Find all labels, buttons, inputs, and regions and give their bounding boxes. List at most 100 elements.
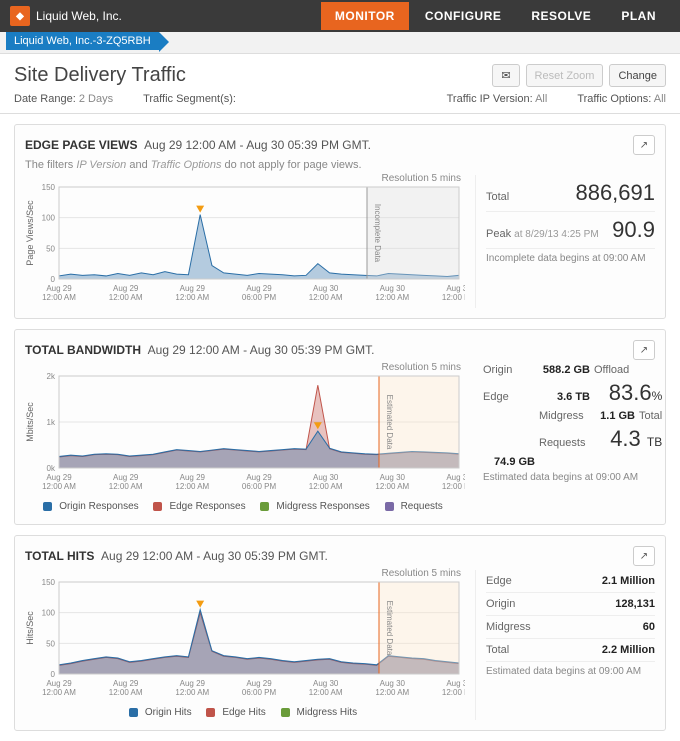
mail-button[interactable]: ✉ xyxy=(492,64,519,87)
date-range-label: Date Range: xyxy=(14,93,76,105)
panel-edge-page-views: EDGE PAGE VIEWS Aug 29 12:00 AM - Aug 30… xyxy=(14,124,666,319)
svg-text:Aug 29: Aug 29 xyxy=(180,679,206,688)
reset-zoom-button[interactable]: Reset Zoom xyxy=(526,64,604,87)
svg-text:06:00 PM: 06:00 PM xyxy=(242,293,277,302)
panel-total-bandwidth: TOTAL BANDWIDTH Aug 29 12:00 AM - Aug 30… xyxy=(14,329,666,525)
svg-text:12:00 AM: 12:00 AM xyxy=(309,293,343,302)
svg-text:2k: 2k xyxy=(47,372,56,381)
peak-value: 90.9 xyxy=(612,217,655,243)
svg-text:50: 50 xyxy=(46,244,55,253)
svg-text:06:00 PM: 06:00 PM xyxy=(242,482,277,491)
date-range-value: 2 Days xyxy=(79,93,113,105)
svg-text:Aug 30: Aug 30 xyxy=(446,473,465,482)
ipver-value: All xyxy=(535,93,547,105)
total-label: Total xyxy=(486,191,509,203)
svg-text:100: 100 xyxy=(42,609,56,618)
svg-text:06:00 PM: 06:00 PM xyxy=(242,688,277,697)
panel2-legend: Origin Responses Edge Responses Midgress… xyxy=(25,501,465,514)
svg-text:1k: 1k xyxy=(47,418,56,427)
page-header: Site Delivery Traffic ✉ Reset Zoom Chang… xyxy=(0,54,680,93)
svg-text:Aug 30: Aug 30 xyxy=(380,473,406,482)
svg-text:12:00 PM: 12:00 PM xyxy=(442,688,465,697)
svg-text:Aug 30: Aug 30 xyxy=(446,679,465,688)
svg-text:Mbits/Sec: Mbits/Sec xyxy=(25,402,35,442)
panel3-est-note: Estimated data begins at 09:00 AM xyxy=(486,666,655,677)
svg-text:Aug 29: Aug 29 xyxy=(180,284,206,293)
svg-text:Aug 29: Aug 29 xyxy=(246,473,272,482)
svg-text:12:00 AM: 12:00 AM xyxy=(175,293,209,302)
svg-text:Aug 29: Aug 29 xyxy=(46,284,72,293)
svg-text:Aug 29: Aug 29 xyxy=(113,679,139,688)
svg-text:Incomplete Data: Incomplete Data xyxy=(373,204,382,263)
svg-text:12:00 AM: 12:00 AM xyxy=(109,688,143,697)
resolution-label: Resolution 5 mins xyxy=(382,362,461,373)
svg-text:12:00 AM: 12:00 AM xyxy=(175,688,209,697)
svg-text:12:00 AM: 12:00 AM xyxy=(109,482,143,491)
panel3-legend: Origin Hits Edge Hits Midgress Hits xyxy=(25,707,465,720)
panel3-stats: Edge2.1 Million Origin128,131 Midgress60… xyxy=(475,570,655,720)
svg-text:150: 150 xyxy=(42,578,56,587)
svg-text:12:00 AM: 12:00 AM xyxy=(375,482,409,491)
panel2-stats: Origin588.2 GBOffload Edge3.6 TB83.6% Mi… xyxy=(475,364,662,514)
svg-text:Aug 29: Aug 29 xyxy=(46,473,72,482)
breadcrumb[interactable]: Liquid Web, Inc.-3-ZQ5RBH xyxy=(6,32,159,50)
svg-text:Aug 30: Aug 30 xyxy=(380,679,406,688)
share-icon[interactable]: ↗ xyxy=(633,546,655,566)
resolution-label: Resolution 5 mins xyxy=(382,568,461,579)
panel2-chart[interactable]: Resolution 5 mins 0k 1k 2k Mbits/Sec Estimat… xyxy=(25,364,465,514)
change-button[interactable]: Change xyxy=(609,64,666,87)
svg-text:Estimated Data: Estimated Data xyxy=(385,601,394,656)
panel-total-hits: TOTAL HITS Aug 29 12:00 AM - Aug 30 05:3… xyxy=(14,535,666,731)
brand-logo-icon: ◆ xyxy=(10,6,30,26)
share-icon[interactable]: ↗ xyxy=(633,340,655,360)
svg-text:Aug 29: Aug 29 xyxy=(46,679,72,688)
svg-text:Aug 30: Aug 30 xyxy=(380,284,406,293)
brand-name: Liquid Web, Inc. xyxy=(36,9,122,23)
svg-text:Estimated Data: Estimated Data xyxy=(385,395,394,450)
svg-text:0: 0 xyxy=(51,670,56,679)
share-icon[interactable]: ↗ xyxy=(633,135,655,155)
svg-text:0: 0 xyxy=(51,275,56,284)
panel1-est-note: Incomplete data begins at 09:00 AM xyxy=(486,253,655,264)
svg-text:12:00 AM: 12:00 AM xyxy=(42,688,76,697)
panel3-chart[interactable]: Resolution 5 mins 050100150Hits/SecEstim… xyxy=(25,570,465,720)
svg-text:12:00 AM: 12:00 AM xyxy=(175,482,209,491)
panel3-title: TOTAL HITS Aug 29 12:00 AM - Aug 30 05:3… xyxy=(25,549,328,563)
nav-plan[interactable]: PLAN xyxy=(607,2,670,30)
breadcrumb-bar: Liquid Web, Inc.-3-ZQ5RBH xyxy=(0,32,680,54)
panel1-title: EDGE PAGE VIEWS Aug 29 12:00 AM - Aug 30… xyxy=(25,138,371,152)
svg-text:Aug 30: Aug 30 xyxy=(313,473,339,482)
svg-text:Aug 30: Aug 30 xyxy=(313,284,339,293)
svg-text:Page Views/Sec: Page Views/Sec xyxy=(25,200,35,266)
panel1-note: The filters IP Version and Traffic Optio… xyxy=(25,159,655,171)
nav-monitor[interactable]: MONITOR xyxy=(321,2,409,30)
brand: ◆ Liquid Web, Inc. xyxy=(10,6,122,26)
svg-text:0k: 0k xyxy=(47,464,56,473)
svg-text:12:00 AM: 12:00 AM xyxy=(309,482,343,491)
panel2-est-note: Estimated data begins at 09:00 AM xyxy=(483,472,662,483)
svg-text:Aug 29: Aug 29 xyxy=(113,284,139,293)
svg-text:12:00 AM: 12:00 AM xyxy=(375,688,409,697)
nav-configure[interactable]: CONFIGURE xyxy=(411,2,516,30)
svg-text:Aug 29: Aug 29 xyxy=(246,284,272,293)
traffic-options-value: All xyxy=(654,93,666,105)
svg-text:12:00 AM: 12:00 AM xyxy=(375,293,409,302)
topbar: ◆ Liquid Web, Inc. MONITOR CONFIGURE RES… xyxy=(0,0,680,32)
page-title: Site Delivery Traffic xyxy=(14,64,186,87)
svg-text:12:00 AM: 12:00 AM xyxy=(42,482,76,491)
panel2-title: TOTAL BANDWIDTH Aug 29 12:00 AM - Aug 30… xyxy=(25,343,374,357)
nav-resolve[interactable]: RESOLVE xyxy=(517,2,605,30)
ipver-label: Traffic IP Version: xyxy=(447,93,533,105)
svg-text:12:00 PM: 12:00 PM xyxy=(442,482,465,491)
filters-bar: Date Range: 2 Days Traffic Segment(s): T… xyxy=(0,93,680,114)
svg-text:Aug 29: Aug 29 xyxy=(113,473,139,482)
panel1-chart[interactable]: Resolution 5 mins 050100150Page Views/Se… xyxy=(25,175,465,308)
svg-text:Aug 29: Aug 29 xyxy=(180,473,206,482)
svg-text:Hits/Sec: Hits/Sec xyxy=(25,611,35,645)
svg-text:12:00 AM: 12:00 AM xyxy=(309,688,343,697)
total-value: 886,691 xyxy=(575,180,655,206)
peak-label: Peak at 8/29/13 4:25 PM xyxy=(486,228,599,240)
segments-label: Traffic Segment(s): xyxy=(143,93,236,105)
svg-text:Aug 29: Aug 29 xyxy=(246,679,272,688)
top-nav: MONITOR CONFIGURE RESOLVE PLAN xyxy=(321,2,670,30)
